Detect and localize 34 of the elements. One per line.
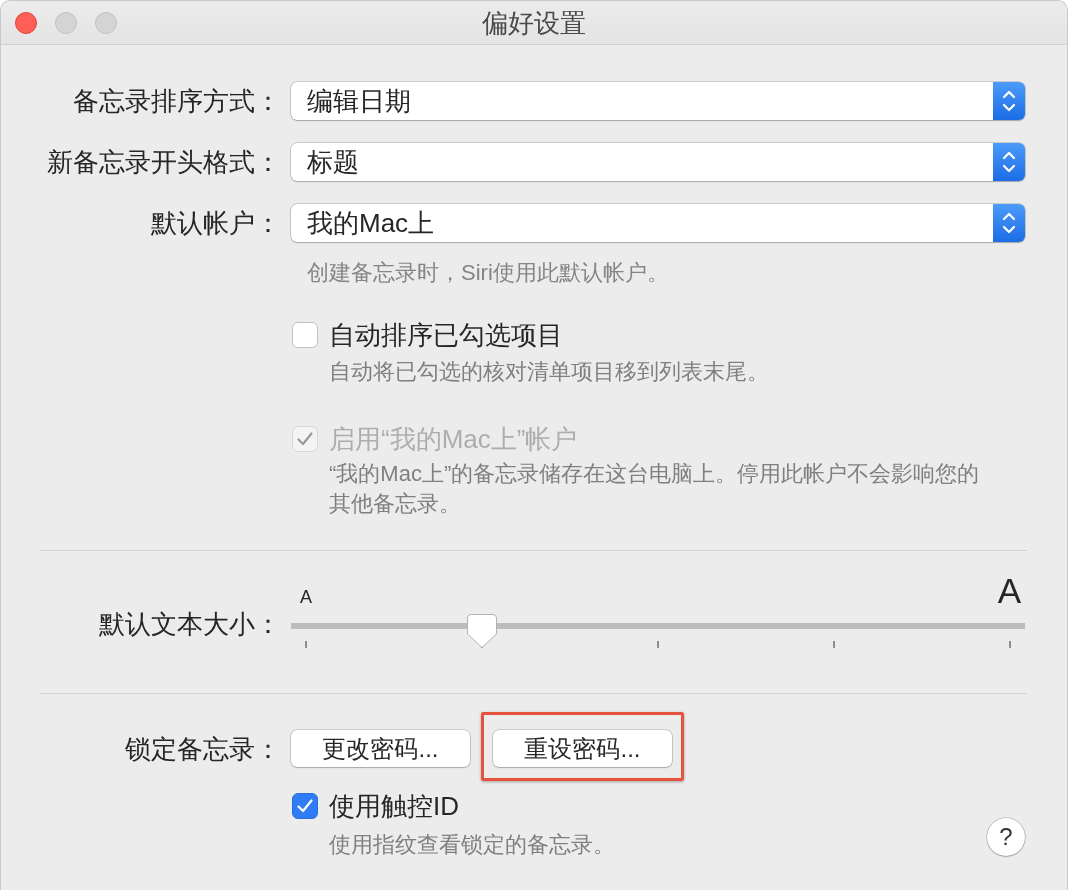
popup-button[interactable]: 标题 (291, 143, 1025, 181)
tick-mark (1009, 641, 1011, 648)
min-size-label: A (300, 586, 312, 609)
slider-thumb[interactable] (467, 614, 497, 648)
description-text: 使用指纹查看锁定的备忘录。 (329, 831, 615, 859)
close-button[interactable] (15, 11, 37, 34)
field-label: 锁定备忘录： (124, 733, 281, 764)
description-text: 自动将已勾选的核对清单项目移到列表末尾。 (329, 358, 770, 386)
max-size-label: A (997, 571, 1021, 611)
checkbox-label: 自动排序已勾选项目 (329, 320, 563, 350)
field-label: 备忘录排序方式： (72, 86, 281, 116)
field-label: 新备忘录开头格式： (46, 147, 281, 177)
help-button[interactable]: ? (987, 818, 1025, 856)
window-title: 偏好设置 (482, 7, 586, 38)
description-text: “我的Mac上”的备忘录储存在这台电脑上。停用此帐户不会影响您的其他备忘录。 (329, 460, 981, 518)
chevrons-up-down-icon (993, 82, 1025, 120)
checkbox-label: 使用触控ID (329, 791, 459, 821)
tick-mark (305, 641, 307, 648)
field-label: 默认文本大小： (98, 609, 281, 639)
popup-button[interactable]: 编辑日期 (291, 82, 1025, 120)
checkbox-label: 启用“我的Mac上”帐户 (329, 424, 578, 454)
checkbox[interactable] (292, 793, 318, 819)
push-button[interactable]: 重设密码... (493, 730, 672, 767)
chevrons-up-down-icon (993, 143, 1025, 181)
push-button[interactable]: 更改密码... (291, 730, 470, 767)
hint-text: 创建备忘录时，Siri使用此默认帐户。 (307, 259, 670, 287)
checkmark-icon (297, 799, 313, 813)
tick-mark (833, 641, 835, 648)
tick-mark (657, 641, 659, 648)
checkbox[interactable] (292, 322, 318, 348)
field-label: 默认帐户： (150, 208, 281, 238)
popup-button[interactable]: 我的Mac上 (291, 204, 1025, 242)
chevrons-up-down-icon (993, 204, 1025, 242)
checkmark-icon (297, 432, 313, 446)
